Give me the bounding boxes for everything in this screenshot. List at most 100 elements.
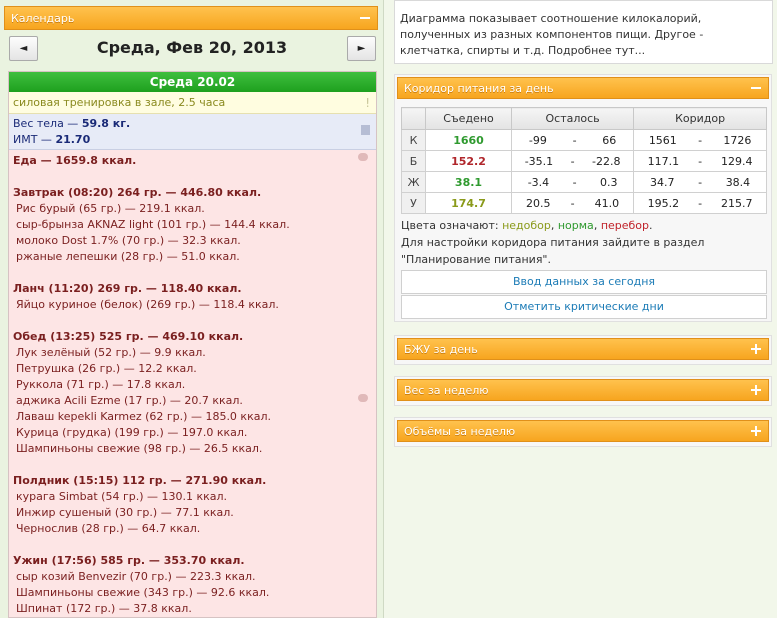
left-max: 41.0 bbox=[594, 196, 620, 210]
collapse-icon[interactable] bbox=[359, 12, 371, 24]
left-min: -3.4 bbox=[527, 175, 550, 189]
collapse-icon[interactable] bbox=[750, 82, 762, 94]
corridor-min: 195.2 bbox=[647, 196, 680, 210]
bju-title: БЖУ за день bbox=[404, 342, 478, 356]
table-row: У 174.7 20.5-41.0 195.2-215.7 bbox=[401, 192, 767, 214]
calendar-header[interactable]: Календарь bbox=[4, 6, 378, 30]
meal-title: Ланч (11:20) 269 гр. — 118.40 ккал. bbox=[13, 282, 242, 295]
meal-item: Руккола (71 гр.) — 17.8 ккал. bbox=[16, 378, 186, 391]
meal-item: Лаваш kepekli Karmez (62 гр.) — 185.0 кк… bbox=[16, 410, 271, 423]
weight-value: 59.8 кг. bbox=[81, 117, 131, 130]
table-row: Ж 38.1 -3.4-0.3 34.7-38.4 bbox=[401, 171, 767, 193]
legend-norm: норма bbox=[557, 219, 594, 232]
eaten-value: 152.2 bbox=[425, 150, 512, 172]
table-row: К 1660 -99-66 1561-1726 bbox=[401, 129, 767, 151]
meal-item: Курица (грудка) (199 гр.) — 197.0 ккал. bbox=[16, 426, 248, 439]
body-stats-row[interactable]: Вес тела — 59.8 кг. ИМТ — 21.70 bbox=[9, 114, 376, 150]
meal-item: курага Simbat (54 гр.) — 130.1 ккал. bbox=[16, 490, 228, 503]
weight-week-panel: Вес за неделю bbox=[394, 376, 772, 406]
left-min: 20.5 bbox=[526, 196, 551, 210]
corridor-min: 34.7 bbox=[649, 175, 675, 189]
training-text: силовая тренировка в зале, 2.5 часа bbox=[13, 96, 226, 109]
meal-item: Лук зелёный (52 гр.) — 9.9 ккал. bbox=[16, 346, 206, 359]
hand-icon bbox=[358, 394, 368, 402]
corridor-panel: Коридор питания за день Съедено Осталось… bbox=[394, 74, 772, 322]
hand-icon bbox=[358, 153, 368, 161]
corridor-max: 215.7 bbox=[721, 196, 753, 210]
training-row[interactable]: силовая тренировка в зале, 2.5 часа ! bbox=[9, 92, 376, 114]
corridor-max: 1726 bbox=[723, 133, 752, 147]
meal-item: Шпинат (172 гр.) — 37.8 ккал. bbox=[16, 602, 192, 615]
left-max: 0.3 bbox=[599, 175, 618, 189]
prev-day-button[interactable]: ◄ bbox=[9, 36, 38, 61]
meal-title: Ужин (17:56) 585 гр. — 353.70 ккал. bbox=[13, 554, 245, 567]
bju-panel: БЖУ за день bbox=[394, 335, 772, 365]
row-key: Ж bbox=[401, 171, 426, 193]
row-key: К bbox=[401, 129, 426, 151]
table-row: Б 152.2 -35.1- -22.8 117.1-129.4 bbox=[401, 150, 767, 172]
col-left: Осталось bbox=[510, 107, 635, 130]
volumes-week-panel: Объёмы за неделю bbox=[394, 417, 772, 447]
current-date: Среда, Фев 20, 2013 bbox=[96, 38, 288, 57]
legend-over: перебор bbox=[600, 219, 650, 232]
expand-icon[interactable] bbox=[750, 425, 762, 437]
corridor-title: Коридор питания за день bbox=[404, 81, 554, 95]
mark-critical-days-button[interactable]: Отметить критические дни bbox=[401, 295, 767, 319]
meal-item: сыр козий Benvezir (70 гр.) — 223.3 ккал… bbox=[16, 570, 256, 583]
meal-item: Петрушка (26 гр.) — 12.2 ккал. bbox=[16, 362, 197, 375]
meal-item: Шампиньоны свежие (98 гр.) — 26.5 ккал. bbox=[16, 442, 263, 455]
calendar-column: Календарь ◄ Среда, Фев 20, 2013 ► Среда … bbox=[0, 0, 384, 618]
corridor-table: Съедено Осталось Коридор К 1660 -99-66 1… bbox=[401, 107, 767, 214]
weight-line: Вес тела — 59.8 кг. bbox=[13, 117, 131, 130]
day-header: Среда 20.02 bbox=[9, 72, 376, 92]
info-column: Диаграмма показывает соотношение килокал… bbox=[392, 0, 777, 618]
settings-note: Для настройки коридора питания зайдите в… bbox=[401, 236, 705, 266]
meal-title: Завтрак (08:20) 264 гр. — 446.80 ккал. bbox=[13, 186, 262, 199]
row-key: У bbox=[401, 192, 426, 214]
corridor-min: 1561 bbox=[648, 133, 677, 147]
date-navigator: ◄ Среда, Фев 20, 2013 ► bbox=[8, 34, 376, 64]
next-day-button[interactable]: ► bbox=[347, 36, 376, 61]
day-card: Среда 20.02 силовая тренировка в зале, 2… bbox=[8, 71, 377, 618]
left-min: -35.1 bbox=[524, 154, 554, 168]
meal-item: аджика Acili Ezme (17 гр.) — 20.7 ккал. bbox=[16, 394, 243, 407]
eaten-value: 174.7 bbox=[425, 192, 512, 214]
expand-icon[interactable] bbox=[750, 343, 762, 355]
meal-item: ржаные лепешки (28 гр.) — 51.0 ккал. bbox=[16, 250, 240, 263]
row-key: Б bbox=[401, 150, 426, 172]
col-eaten: Съедено bbox=[425, 107, 512, 130]
meal-title: Полдник (15:15) 112 гр. — 271.90 ккал. bbox=[13, 474, 267, 487]
meal-item: Чернослив (28 гр.) — 64.7 ккал. bbox=[16, 522, 201, 535]
bju-header[interactable]: БЖУ за день bbox=[397, 338, 769, 360]
expand-icon[interactable] bbox=[750, 384, 762, 396]
corridor-min: 117.1 bbox=[647, 154, 680, 168]
calendar-title: Календарь bbox=[11, 11, 75, 25]
left-max: -22.8 bbox=[592, 154, 621, 168]
bmi-value: 21.70 bbox=[55, 133, 91, 146]
meal-title: Обед (13:25) 525 гр. — 469.10 ккал. bbox=[13, 330, 244, 343]
eaten-value: 38.1 bbox=[425, 171, 512, 193]
description-text: Диаграмма показывает соотношение килокал… bbox=[400, 12, 704, 57]
meal-item: Рис бурый (65 гр.) — 219.1 ккал. bbox=[16, 202, 205, 215]
food-list[interactable]: Еда — 1659.8 ккал. Завтрак (08:20) 264 г… bbox=[9, 150, 376, 617]
volumes-week-title: Объёмы за неделю bbox=[404, 424, 516, 438]
exclamation-icon: ! bbox=[365, 96, 370, 110]
enter-today-button[interactable]: Ввод данных за сегодня bbox=[401, 270, 767, 294]
corridor-max: 129.4 bbox=[721, 154, 753, 168]
chart-description: Диаграмма показывает соотношение килокал… bbox=[394, 0, 773, 64]
weight-week-header[interactable]: Вес за неделю bbox=[397, 379, 769, 401]
eaten-value: 1660 bbox=[425, 129, 512, 151]
meal-item: сыр-брынза AKNAZ light (101 гр.) — 144.4… bbox=[16, 218, 290, 231]
bmi-line: ИМТ — 21.70 bbox=[13, 133, 91, 146]
meal-item: Яйцо куриное (белок) (269 гр.) — 118.4 к… bbox=[16, 298, 279, 311]
note-icon bbox=[361, 125, 370, 135]
color-legend: Цвета означают: недобор, норма, перебор.… bbox=[401, 217, 767, 268]
left-max: 66 bbox=[602, 133, 617, 147]
weight-week-title: Вес за неделю bbox=[404, 383, 489, 397]
meal-item: Инжир сушеный (30 гр.) — 77.1 ккал. bbox=[16, 506, 234, 519]
corridor-header[interactable]: Коридор питания за день bbox=[397, 77, 769, 99]
food-total: Еда — 1659.8 ккал. bbox=[13, 154, 137, 167]
legend-under: недобор bbox=[502, 219, 551, 232]
meal-item: молоко Dost 1.7% (70 гр.) — 32.3 ккал. bbox=[16, 234, 241, 247]
volumes-week-header[interactable]: Объёмы за неделю bbox=[397, 420, 769, 442]
